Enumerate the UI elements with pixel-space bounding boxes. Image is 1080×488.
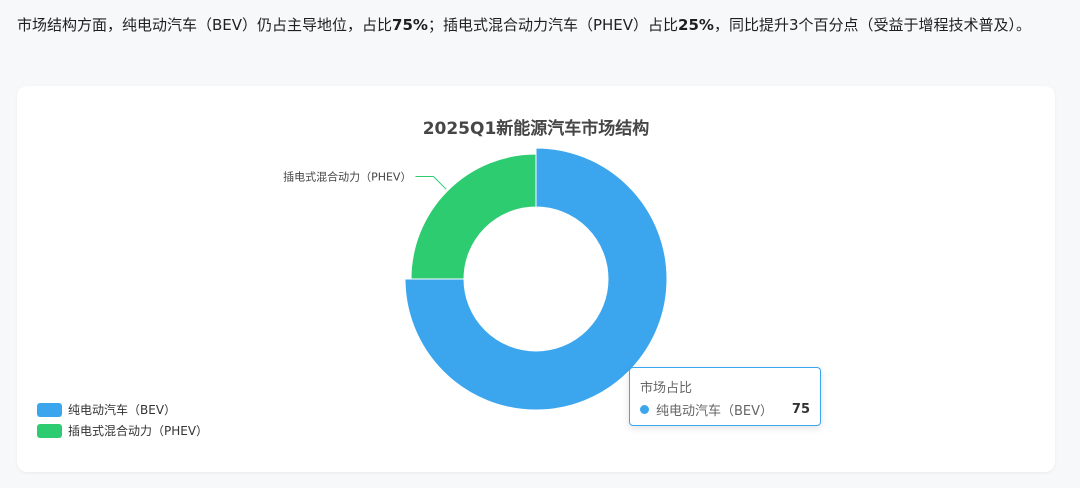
pie-label-1: 插电式混合动力（PHEV） bbox=[283, 169, 411, 183]
legend-item-bev[interactable]: 纯电动汽车（BEV） bbox=[37, 399, 208, 420]
intro-bev-share: 75% bbox=[392, 16, 428, 34]
intro-paragraph: 市场结构方面，纯电动汽车（BEV）仍占主导地位，占比75%；插电式混合动力汽车（… bbox=[17, 12, 1057, 38]
legend-swatch-phev bbox=[37, 423, 62, 438]
legend-label-phev: 插电式混合动力（PHEV） bbox=[68, 424, 209, 438]
intro-text-2: ；插电式混合动力汽车（PHEV）占比 bbox=[427, 16, 679, 34]
intro-text-3: ，同比提升3个百分点（受益于增程技术普及）。 bbox=[713, 16, 1031, 34]
tooltip-marker bbox=[640, 405, 649, 414]
intro-text-1: 市场结构方面，纯电动汽车（BEV）仍占主导地位，占比 bbox=[17, 16, 393, 34]
legend-item-phev[interactable]: 插电式混合动力（PHEV） bbox=[37, 420, 208, 441]
chart-title: 2025Q1新能源汽车市场结构 bbox=[423, 118, 650, 139]
tooltip-title: 市场占比 bbox=[640, 381, 693, 396]
pie-slice-1[interactable] bbox=[410, 153, 537, 280]
tooltip-series-name: 纯电动汽车（BEV） bbox=[656, 404, 774, 419]
chart-card: 2025Q1新能源汽车市场结构插电式混合动力（PHEV） 纯电动汽车（BEV） … bbox=[17, 86, 1055, 472]
legend-label-bev: 纯电动汽车（BEV） bbox=[68, 403, 177, 417]
chart-legend: 纯电动汽车（BEV） 插电式混合动力（PHEV） bbox=[37, 399, 208, 441]
tooltip-row: 纯电动汽车（BEV） 75 bbox=[640, 400, 810, 419]
chart-tooltip: 市场占比 纯电动汽车（BEV） 75 bbox=[629, 367, 821, 426]
tooltip-value: 75 bbox=[791, 402, 810, 417]
legend-swatch-bev bbox=[37, 402, 62, 417]
pie-label-line-1 bbox=[415, 175, 447, 190]
intro-phev-share: 25% bbox=[678, 16, 714, 34]
